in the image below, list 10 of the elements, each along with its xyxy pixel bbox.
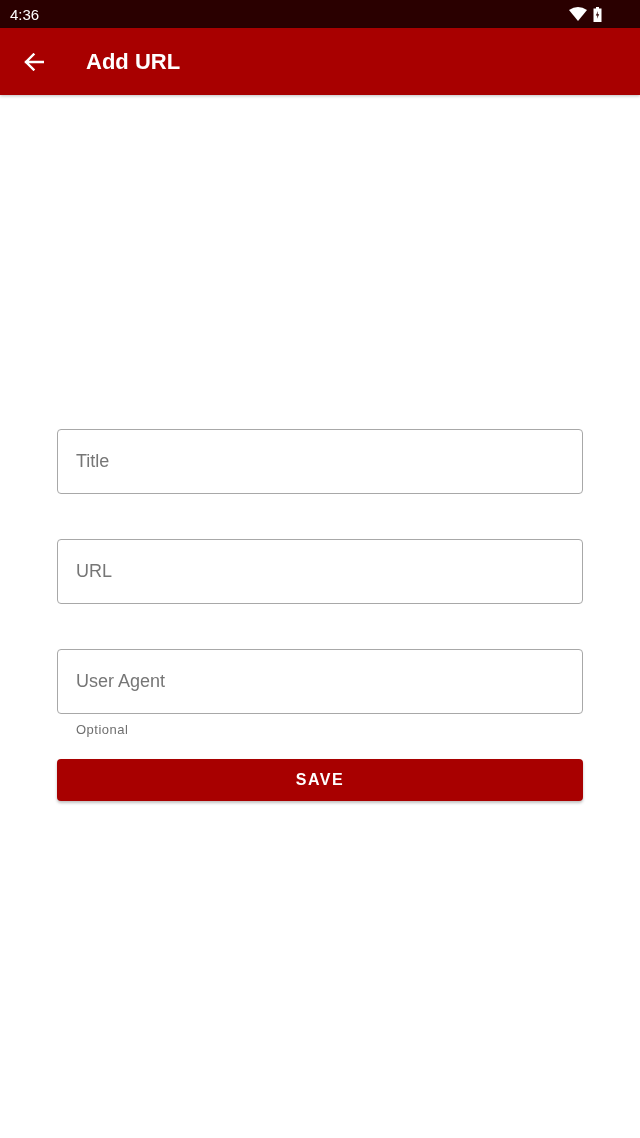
battery-icon: [593, 6, 602, 22]
text-field[interactable]: URL: [57, 539, 583, 604]
screen-title: Add URL: [86, 48, 181, 75]
save-button[interactable]: SAVE: [57, 759, 583, 801]
text-field[interactable]: Title: [57, 429, 583, 494]
clock-time: 4:36: [10, 5, 40, 23]
wifi-icon: [569, 7, 587, 21]
text-field[interactable]: User Agent: [57, 649, 583, 714]
back-arrow-icon: [24, 52, 44, 71]
helper-text: Optional: [76, 722, 130, 737]
